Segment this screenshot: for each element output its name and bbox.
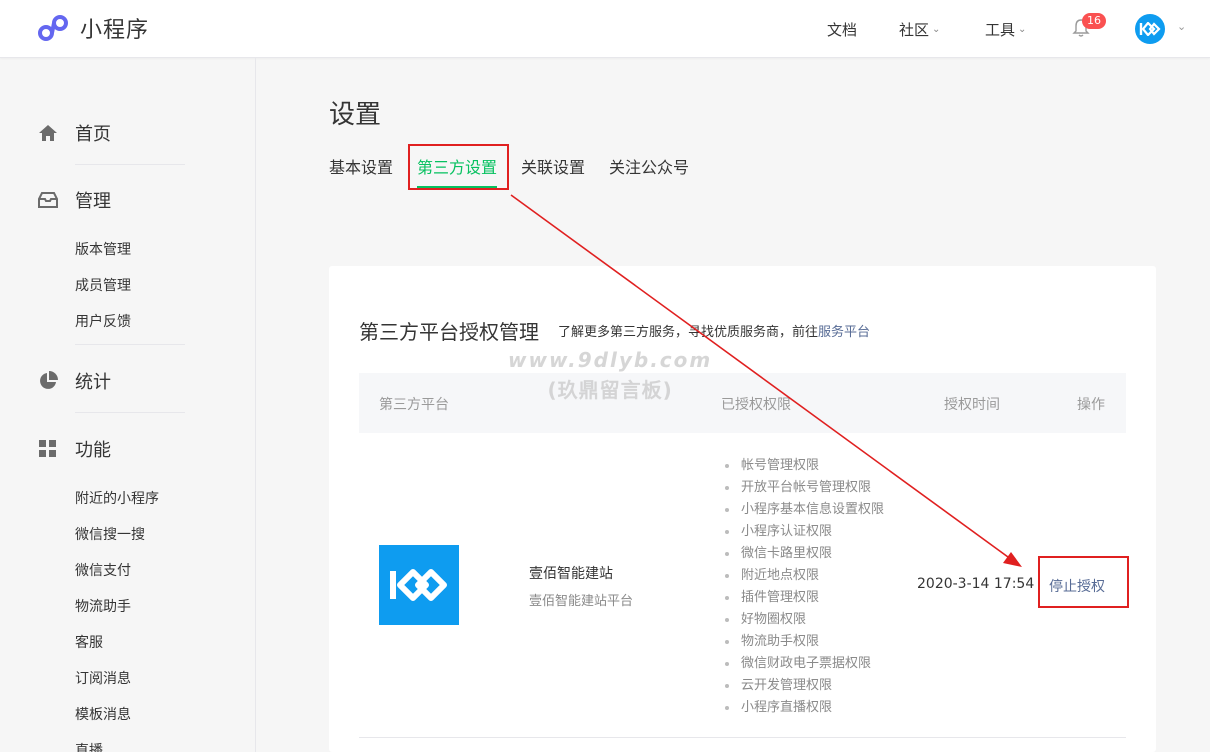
annotation-arrow: [510, 194, 1022, 567]
